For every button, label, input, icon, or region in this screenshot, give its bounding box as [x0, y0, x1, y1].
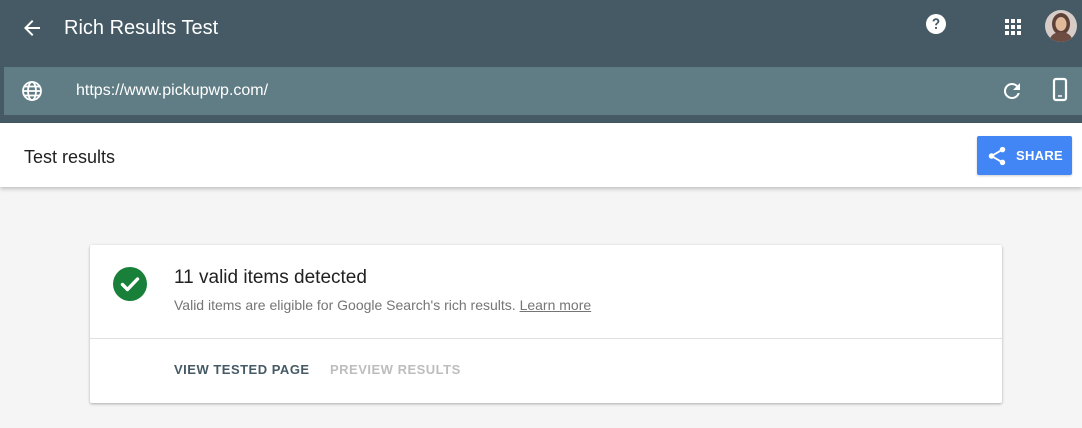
check-circle-icon	[113, 267, 147, 301]
refresh-icon[interactable]	[1000, 79, 1024, 103]
share-icon	[988, 146, 1006, 165]
results-header: Test results SHARE	[0, 123, 1082, 187]
arrow-back-icon[interactable]	[20, 16, 44, 40]
learn-more-link[interactable]: Learn more	[520, 297, 592, 313]
globe-icon	[20, 79, 44, 103]
app-bar: Rich Results Test	[0, 0, 1082, 123]
help-icon[interactable]	[924, 12, 948, 36]
result-card: 11 valid items detected Valid items are …	[90, 245, 1002, 403]
smartphone-icon[interactable]	[1048, 77, 1072, 103]
share-button[interactable]: SHARE	[977, 136, 1072, 175]
description-text: Valid items are eligible for Google Sear…	[174, 297, 516, 313]
app-title: Rich Results Test	[64, 17, 219, 39]
valid-items-heading: 11 valid items detected	[174, 267, 367, 288]
view-tested-page-button[interactable]: VIEW TESTED PAGE	[174, 362, 310, 378]
preview-results-button[interactable]: PREVIEW RESULTS	[330, 362, 461, 378]
page-title: Test results	[24, 147, 116, 167]
url-bar	[4, 67, 1082, 115]
card-divider	[90, 338, 1002, 339]
valid-items-description: Valid items are eligible for Google Sear…	[174, 296, 591, 314]
share-label: SHARE	[1016, 148, 1064, 163]
url-input[interactable]	[76, 81, 956, 101]
apps-grid-icon[interactable]	[1002, 16, 1024, 38]
user-avatar[interactable]	[1045, 10, 1077, 42]
